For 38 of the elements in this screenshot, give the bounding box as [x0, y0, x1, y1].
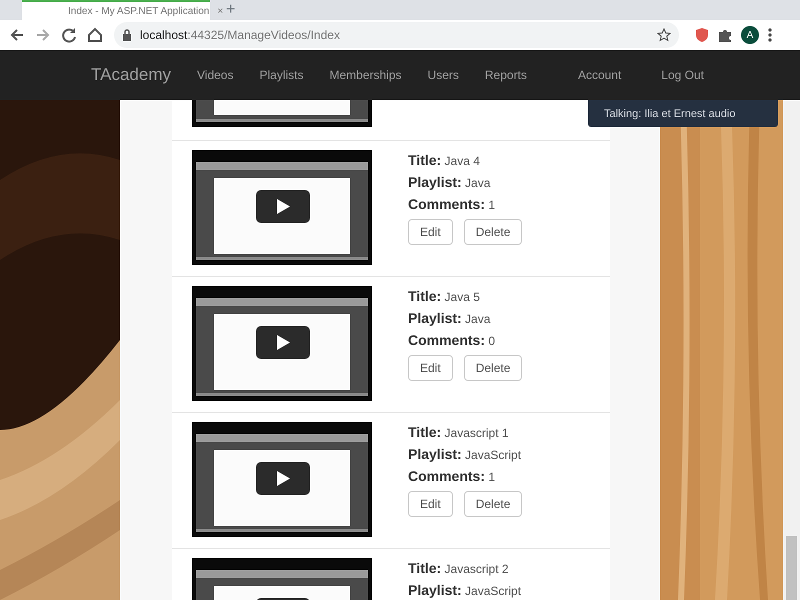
delete-button[interactable]: Delete	[464, 491, 522, 517]
star-icon[interactable]	[657, 28, 671, 42]
new-tab-button[interactable]: +	[226, 0, 236, 22]
address-bar[interactable]: localhost:44325/ManageVideos/Index	[114, 22, 679, 48]
nav-link[interactable]: Account	[578, 66, 622, 84]
nav-link[interactable]: Users	[428, 66, 459, 84]
shield-icon[interactable]	[695, 27, 709, 43]
video-field: Playlist: Java	[408, 308, 534, 330]
tooltip: Talking: Ilia et Ernest audio	[588, 100, 778, 127]
video-field: Playlist: JavaScript	[408, 444, 534, 466]
delete-button[interactable]: Delete	[464, 355, 522, 381]
lock-icon	[122, 29, 132, 41]
nav-link[interactable]: Playlists	[259, 66, 304, 84]
video-field: Title: Java 4	[408, 150, 534, 172]
video-field: Comments: 0	[408, 330, 534, 352]
video-field: Comments: 1	[408, 194, 534, 216]
edit-button[interactable]: Edit	[408, 491, 453, 517]
video-field: Title: Javascript 1	[408, 422, 534, 444]
edit-button[interactable]: Edit	[408, 219, 453, 245]
tab-close-button[interactable]: ×	[217, 4, 224, 18]
edit-button[interactable]: Edit	[408, 355, 453, 381]
video-field: Playlist: JavaScript	[408, 580, 522, 600]
url-text: localhost:44325/ManageVideos/Index	[140, 27, 341, 44]
video-field: Title: Javascript 2	[408, 558, 522, 580]
nav-link[interactable]: Log Out	[661, 66, 704, 84]
nav-link[interactable]: Memberships	[330, 66, 402, 84]
tab-title: Index - My ASP.NET Application	[68, 4, 210, 18]
video-field: Comments: 1	[408, 466, 534, 488]
scrollbar-thumb[interactable]	[786, 536, 797, 600]
brand-link[interactable]: TAcademy	[91, 62, 171, 88]
menu-icon[interactable]	[767, 27, 773, 43]
profile-avatar[interactable]: A	[741, 26, 759, 44]
nav-link[interactable]: Reports	[484, 66, 527, 84]
nav-link[interactable]: Videos	[197, 66, 234, 84]
delete-button[interactable]: Delete	[464, 219, 522, 245]
video-field: Title: Java 5	[408, 286, 534, 308]
video-field: Playlist: Java	[408, 172, 534, 194]
puzzle-icon[interactable]	[717, 27, 733, 43]
